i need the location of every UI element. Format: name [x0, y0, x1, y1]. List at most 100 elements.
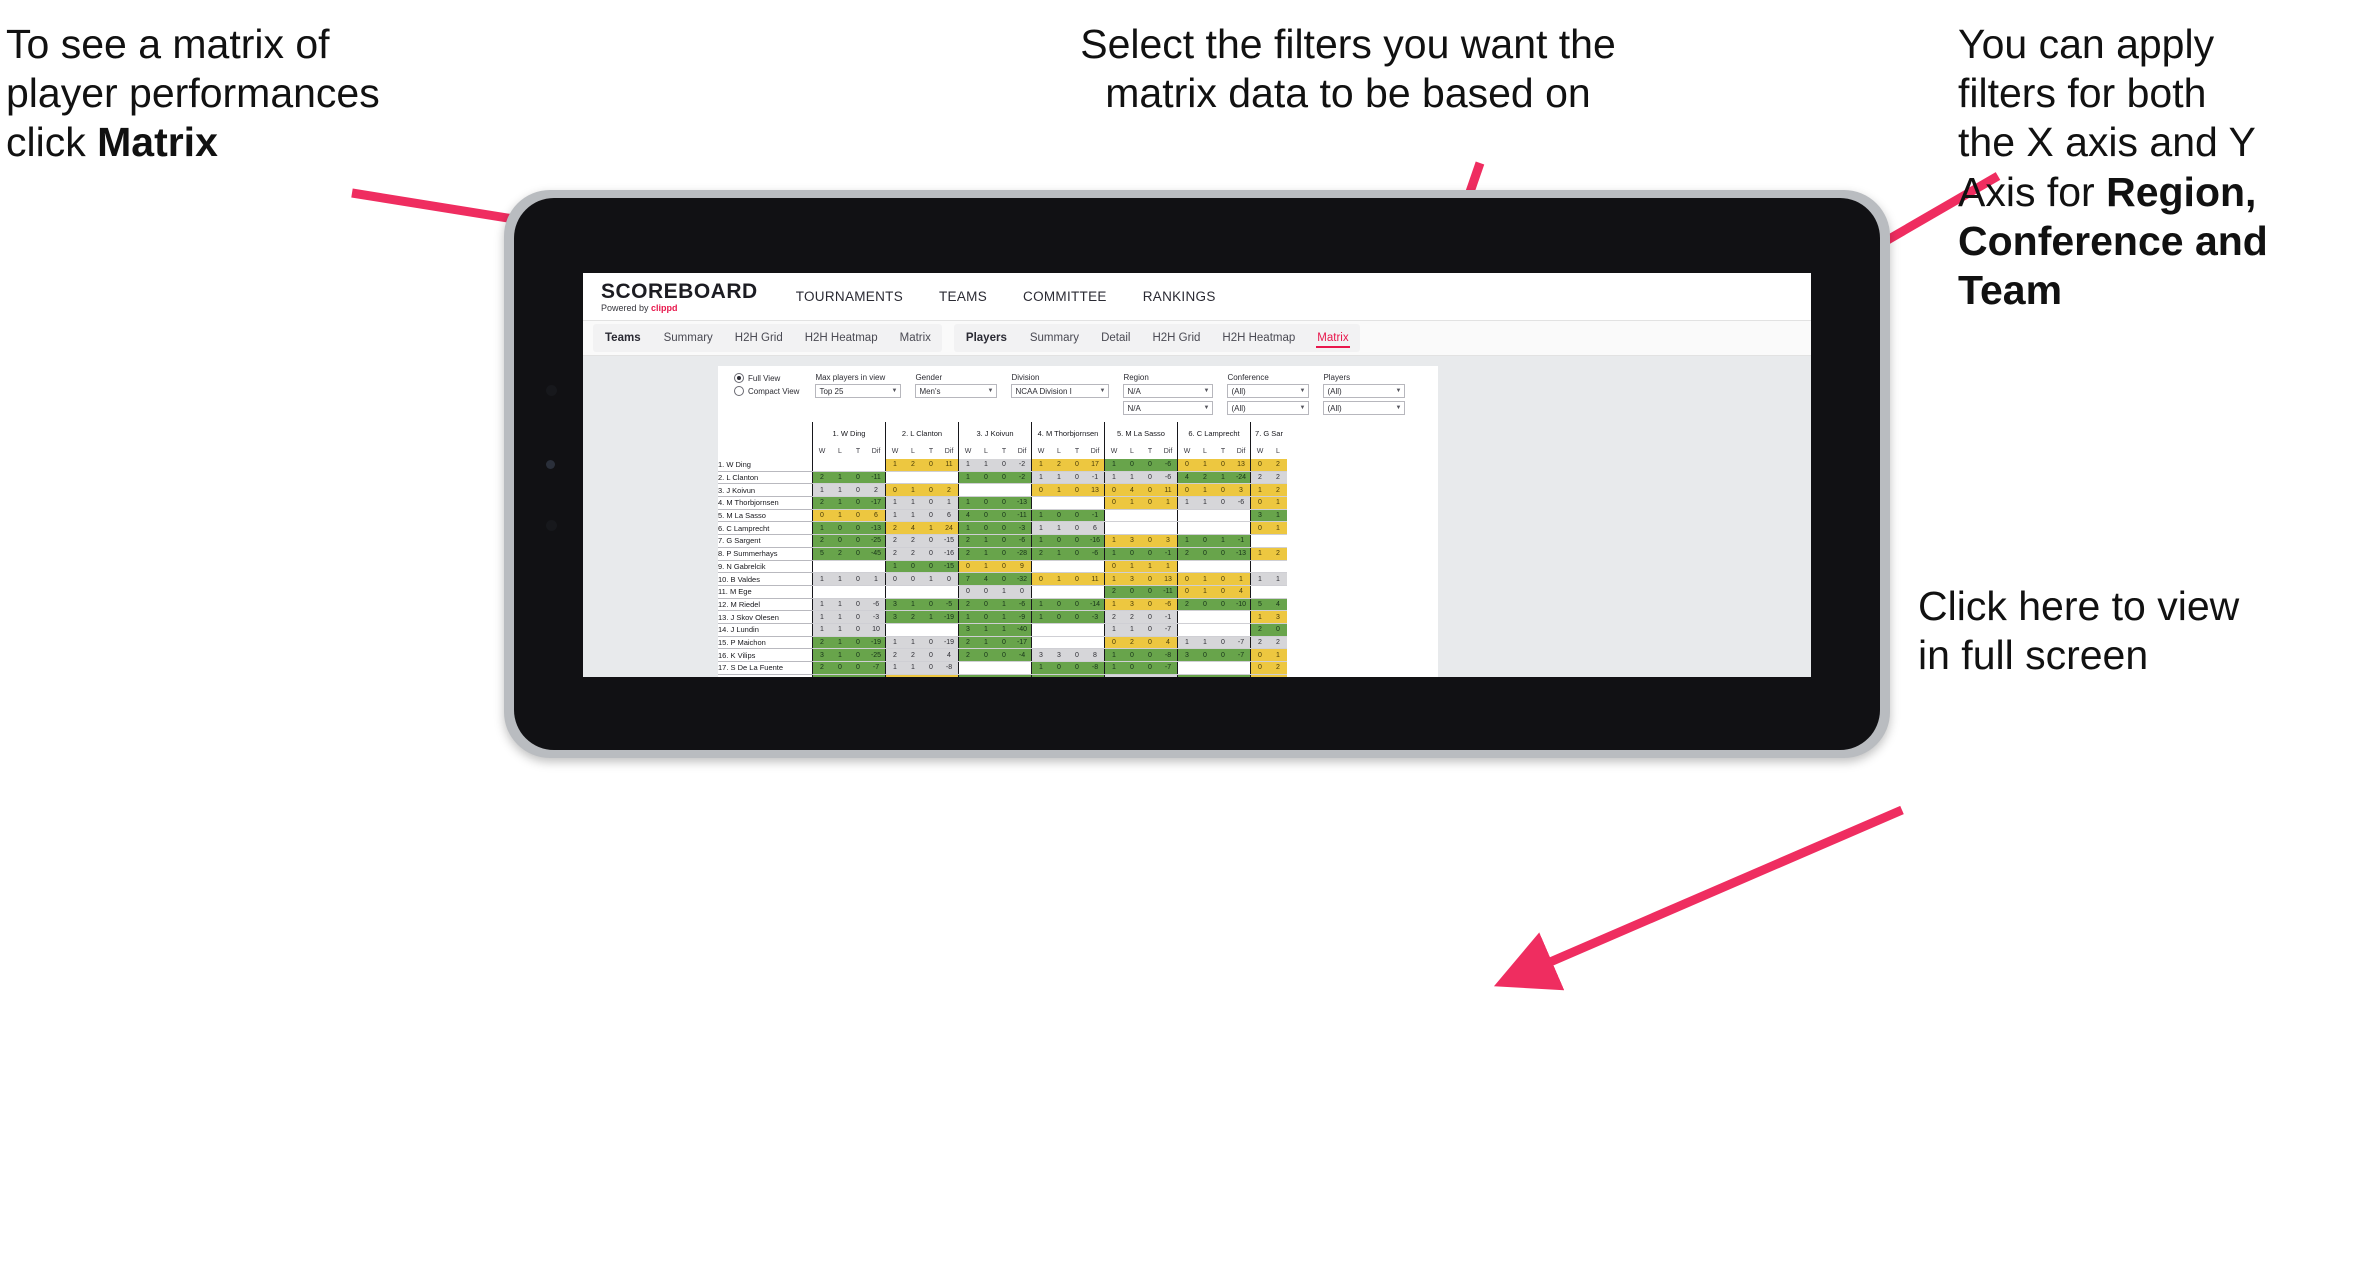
matrix-cell[interactable]: [1232, 560, 1251, 574]
matrix-cell[interactable]: 1: [885, 459, 904, 472]
tab-players-h2h-heatmap[interactable]: H2H Heatmap: [1211, 332, 1306, 344]
matrix-cell[interactable]: 0: [849, 471, 867, 485]
matrix-cell[interactable]: -1: [1159, 547, 1178, 561]
matrix-cell[interactable]: 1: [812, 598, 831, 612]
matrix-cell[interactable]: 1: [904, 661, 922, 675]
matrix-cell[interactable]: 4: [1269, 598, 1287, 612]
matrix-cell[interactable]: 1: [831, 496, 849, 510]
matrix-cell[interactable]: 0: [922, 496, 940, 510]
matrix-cell[interactable]: 0: [1031, 483, 1050, 498]
matrix-cell[interactable]: 1: [1104, 547, 1123, 561]
matrix-cell[interactable]: 1: [1196, 496, 1214, 510]
matrix-cell[interactable]: [1141, 521, 1159, 536]
matrix-cell[interactable]: 1: [1104, 534, 1123, 548]
matrix-cell[interactable]: [1068, 623, 1086, 637]
matrix-cell[interactable]: 1: [831, 623, 849, 637]
matrix-cell[interactable]: -3: [1086, 610, 1105, 624]
matrix-cell[interactable]: -11: [1159, 585, 1178, 599]
matrix-cell[interactable]: [885, 585, 904, 599]
matrix-cell[interactable]: [867, 560, 886, 574]
matrix-cell[interactable]: [1214, 661, 1232, 675]
matrix-cell[interactable]: 0: [1177, 483, 1196, 498]
matrix-cell[interactable]: 3: [885, 598, 904, 612]
matrix-cell[interactable]: 0: [1104, 483, 1123, 498]
matrix-cell[interactable]: 4: [1159, 636, 1178, 650]
matrix-row[interactable]: 13. J Skov Olesen 1 1 0 -3 3 2 1 -19 1 0 1 -9 1 0 0 -3 2 2…: [718, 610, 1287, 624]
matrix-cell[interactable]: 1: [831, 610, 849, 624]
matrix-cell[interactable]: [1159, 509, 1178, 523]
matrix-cell[interactable]: 0: [849, 636, 867, 650]
matrix-cell[interactable]: 1: [977, 623, 995, 637]
select-max-players[interactable]: Top 25 ▼: [815, 384, 902, 398]
matrix-cell[interactable]: -1: [1159, 610, 1178, 624]
matrix-cell[interactable]: [1196, 623, 1214, 637]
matrix-cell[interactable]: [1177, 623, 1196, 637]
matrix-cell[interactable]: 0: [1214, 483, 1232, 498]
matrix-cell[interactable]: 1: [977, 547, 995, 561]
matrix-cell[interactable]: -13: [1232, 547, 1251, 561]
tab-players-matrix[interactable]: Matrix: [1306, 332, 1359, 348]
matrix-cell[interactable]: [1269, 560, 1287, 574]
matrix-cell[interactable]: 0: [1068, 572, 1086, 586]
matrix-cell[interactable]: 0: [849, 623, 867, 637]
matrix-cell[interactable]: [1050, 585, 1068, 599]
matrix-cell[interactable]: 0: [885, 483, 904, 498]
matrix-cell[interactable]: [1086, 560, 1105, 574]
matrix-cell[interactable]: 0: [1068, 661, 1086, 675]
matrix-cell[interactable]: -4: [1013, 648, 1032, 662]
matrix-cell[interactable]: 0: [1250, 661, 1269, 675]
matrix-cell[interactable]: 0: [1068, 648, 1086, 662]
matrix-cell[interactable]: [1031, 636, 1050, 650]
matrix-cell[interactable]: 2: [885, 648, 904, 662]
matrix-cell[interactable]: 0: [1269, 623, 1287, 637]
matrix-cell[interactable]: 0: [1250, 521, 1269, 536]
matrix-cell[interactable]: 1: [1050, 547, 1068, 561]
matrix-cell[interactable]: 0: [1141, 483, 1159, 498]
matrix-cell[interactable]: 2: [1104, 610, 1123, 624]
matrix-cell[interactable]: 1: [922, 610, 940, 624]
matrix-cell[interactable]: -15: [940, 534, 959, 548]
matrix-cell[interactable]: 4: [904, 521, 922, 536]
matrix-cell[interactable]: 3: [1123, 534, 1141, 548]
matrix-cell[interactable]: 11: [1159, 483, 1178, 498]
matrix-cell[interactable]: 0: [1196, 648, 1214, 662]
matrix-cell[interactable]: 2: [904, 534, 922, 548]
matrix-cell[interactable]: 1: [995, 598, 1013, 612]
matrix-cell[interactable]: 2: [812, 534, 831, 548]
matrix-cell[interactable]: 2: [867, 483, 886, 498]
matrix-cell[interactable]: 2: [958, 598, 977, 612]
matrix-cell[interactable]: 2: [1196, 471, 1214, 485]
matrix-cell[interactable]: 1: [1031, 459, 1050, 472]
matrix-cell[interactable]: 1: [904, 598, 922, 612]
matrix-cell[interactable]: [1250, 585, 1269, 599]
matrix-cell[interactable]: 0: [1177, 585, 1196, 599]
matrix-cell[interactable]: 0: [995, 648, 1013, 662]
matrix-cell[interactable]: [885, 623, 904, 637]
matrix-cell[interactable]: 1: [1159, 496, 1178, 510]
matrix-cell[interactable]: 1: [1123, 560, 1141, 574]
matrix-cell[interactable]: -25: [867, 648, 886, 662]
matrix-cell[interactable]: 0: [849, 496, 867, 510]
matrix-cell[interactable]: 1: [812, 623, 831, 637]
matrix-cell[interactable]: 0: [1050, 534, 1068, 548]
matrix-row[interactable]: 18. C Sherwood200-91300200-15100-8220-10…: [718, 674, 1287, 677]
matrix-cell[interactable]: 1: [904, 636, 922, 650]
matrix-cell[interactable]: 1: [1104, 623, 1123, 637]
matrix-cell[interactable]: 0: [849, 534, 867, 548]
matrix-cell[interactable]: 0: [977, 471, 995, 485]
matrix-cell[interactable]: 0: [1141, 623, 1159, 637]
matrix-cell[interactable]: [977, 483, 995, 498]
matrix-row[interactable]: 3. J Koivun 1 1 0 2 0 1 0 2 0 1 0 13 0 4 0 11 0 1 0 3 1 2: [718, 483, 1287, 498]
matrix-cell[interactable]: [1232, 610, 1251, 624]
matrix-cell[interactable]: 3: [812, 648, 831, 662]
matrix-cell[interactable]: 2: [812, 674, 831, 677]
matrix-cell[interactable]: 0: [831, 674, 849, 677]
matrix-cell[interactable]: 1: [977, 560, 995, 574]
matrix-cell[interactable]: 0: [1123, 547, 1141, 561]
matrix-cell[interactable]: [1031, 496, 1050, 510]
matrix-cell[interactable]: 1: [1104, 648, 1123, 662]
matrix-cell[interactable]: 8: [1086, 648, 1105, 662]
matrix-cell[interactable]: -3: [1013, 521, 1032, 536]
matrix-cell[interactable]: -8: [1086, 674, 1105, 677]
matrix-cell[interactable]: [1177, 521, 1196, 536]
